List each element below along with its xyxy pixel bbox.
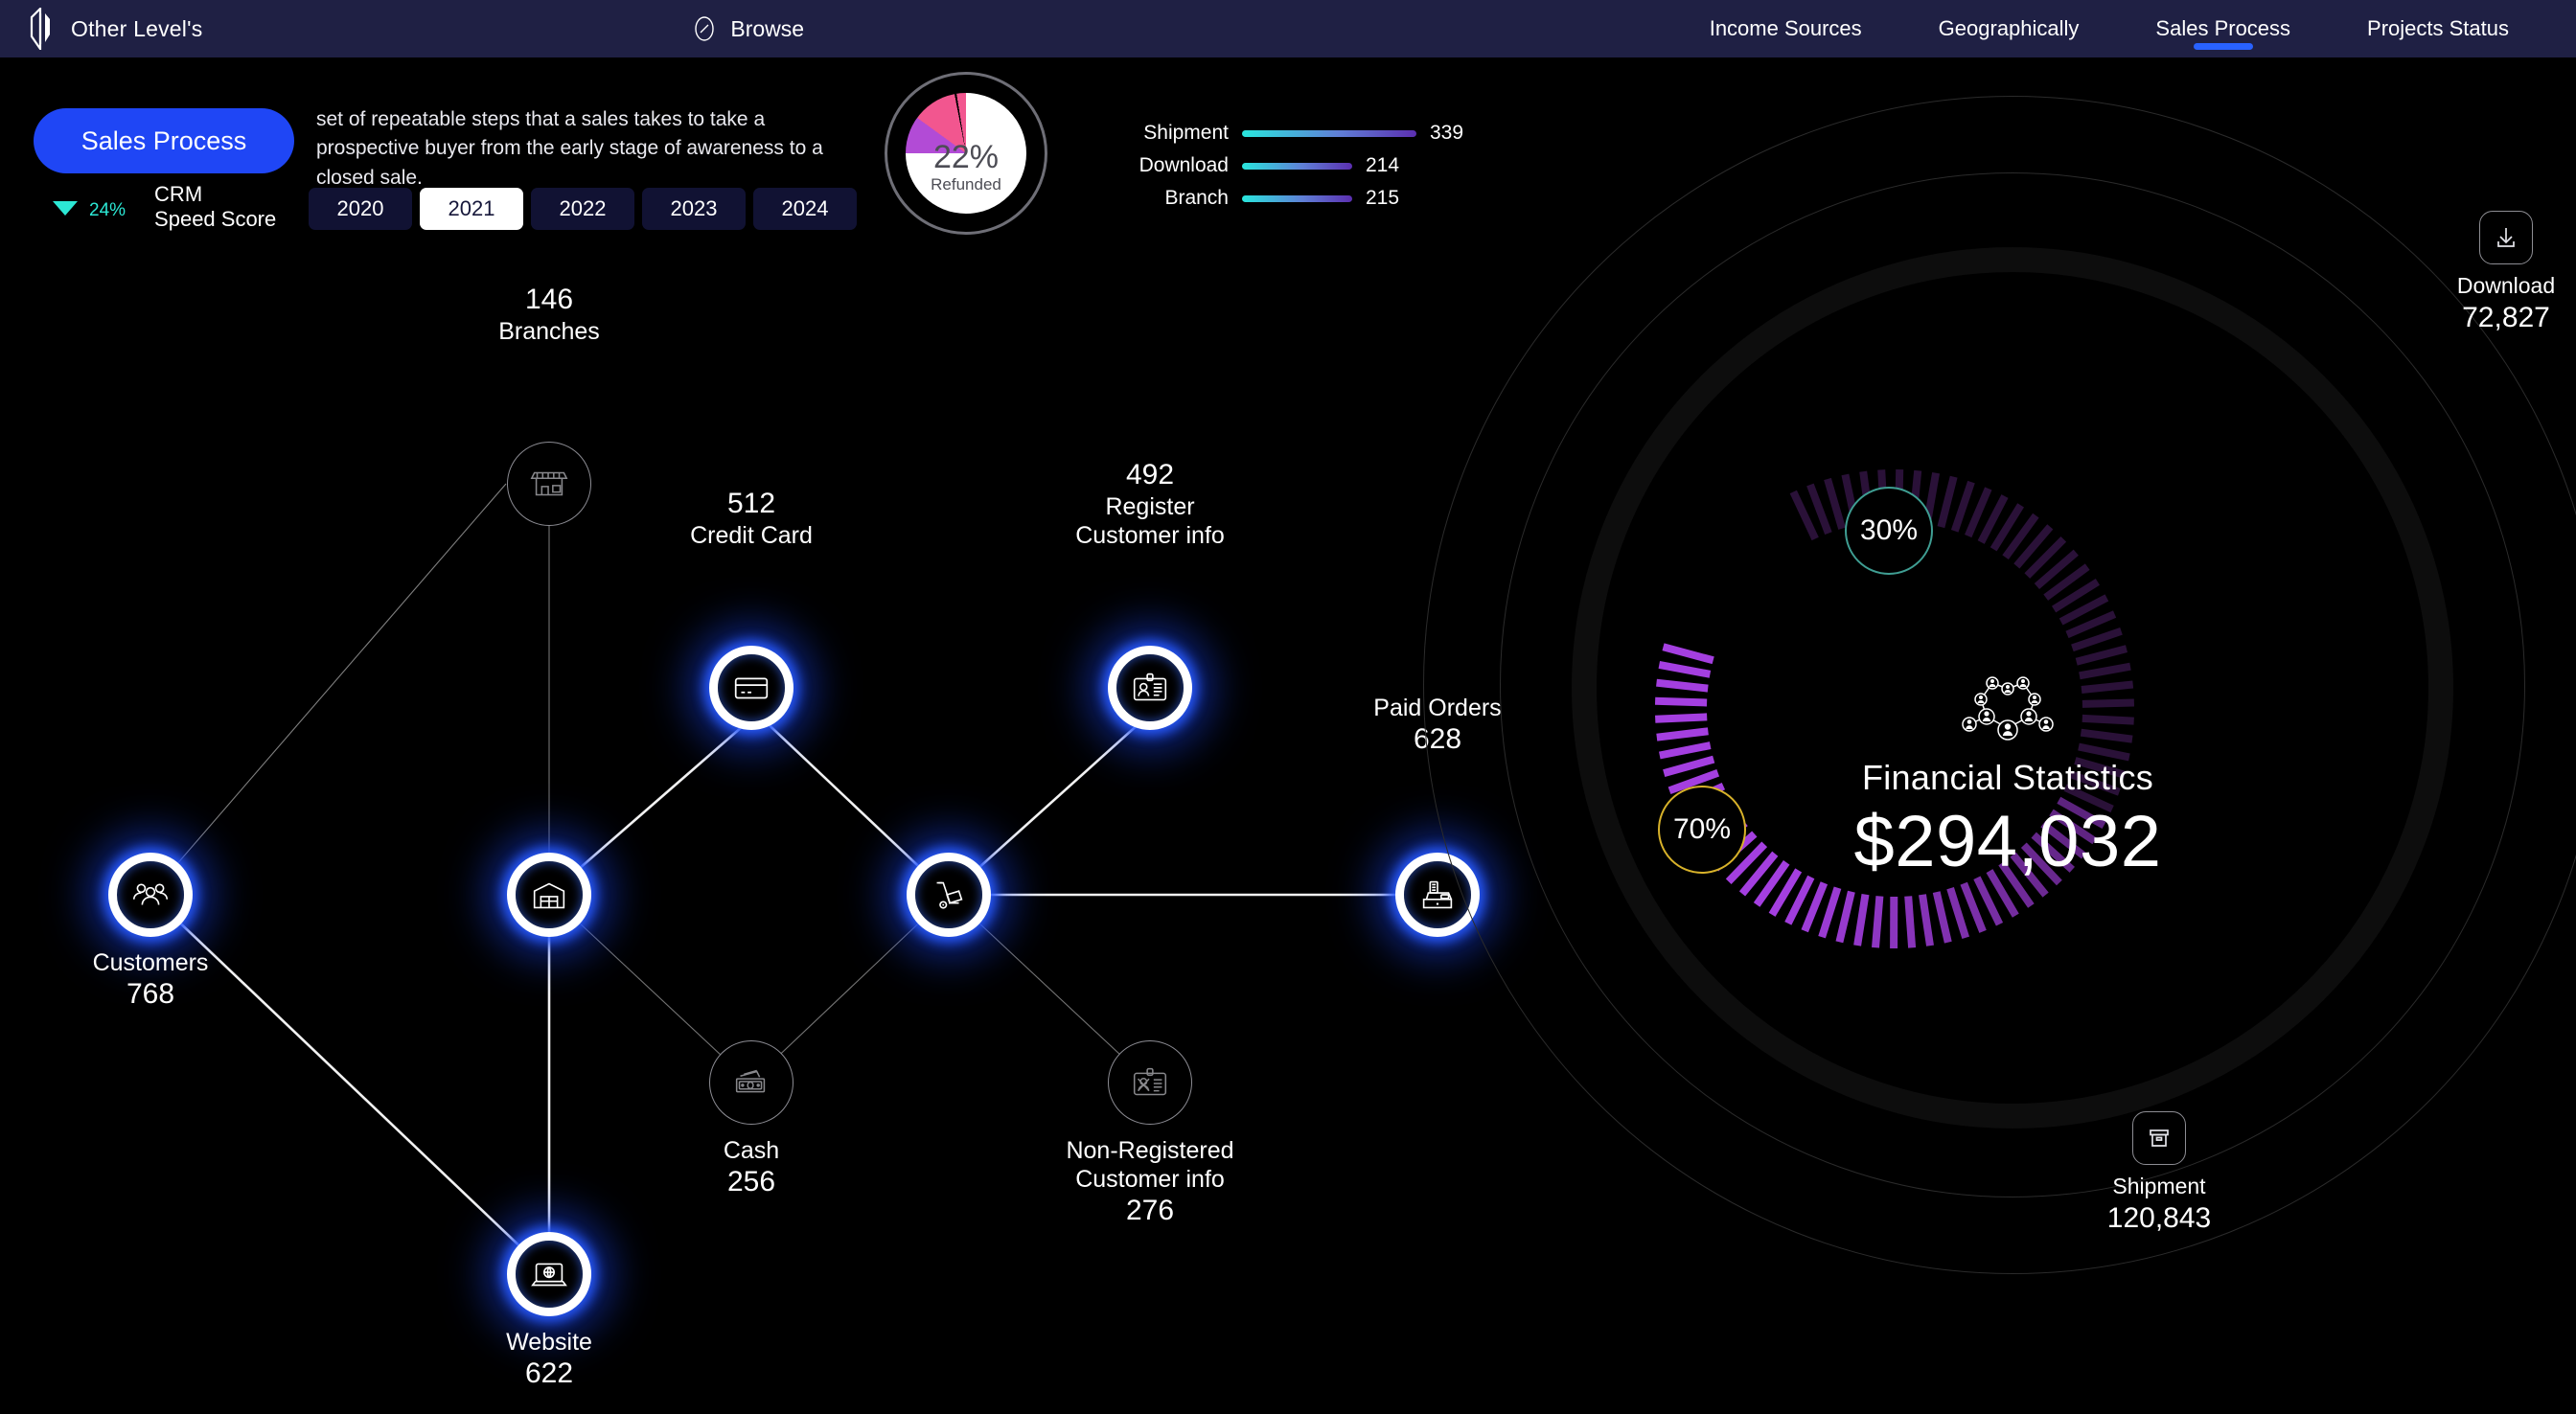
- website-caption: Website 622: [386, 1328, 712, 1391]
- stat-download[interactable]: Download 72,827: [2381, 211, 2576, 334]
- warehouse-icon: [527, 873, 571, 917]
- website-node-circle: [507, 1232, 591, 1316]
- customers-label: Customers: [0, 948, 313, 977]
- people-network-icon: [1954, 671, 2061, 747]
- register-caption: 492 Register Customer info: [987, 458, 1313, 550]
- brand-block: Other Level's: [29, 8, 202, 50]
- credit-card-icon: [729, 666, 773, 710]
- register-node-circle: [1108, 646, 1192, 730]
- register-label: Register Customer info: [987, 492, 1313, 550]
- shipment-box: [2132, 1111, 2186, 1165]
- dispatch-node-circle: [907, 853, 991, 937]
- warehouse-node-circle: [507, 853, 591, 937]
- nav-tabs: Income Sources Geographically Sales Proc…: [1671, 0, 2547, 57]
- brand-name: Other Level's: [71, 16, 202, 42]
- non-registered-label: Non-Registered Customer info: [987, 1136, 1313, 1194]
- credit-card-label: Credit Card: [588, 521, 914, 550]
- logo-mark-icon: [29, 8, 54, 50]
- non-registered-node-circle: [1108, 1040, 1192, 1125]
- hand-truck-icon: [927, 873, 971, 917]
- financial-statistics-block: Financial Statistics $294,032: [1672, 671, 2343, 883]
- credit-card-caption: 512 Credit Card: [588, 487, 914, 550]
- website-value: 622: [386, 1357, 712, 1391]
- tab-income-sources[interactable]: Income Sources: [1671, 0, 1900, 57]
- branches-value: 146: [386, 283, 712, 317]
- box-icon: [2144, 1123, 2174, 1153]
- download-icon: [2491, 222, 2521, 253]
- shipment-name: Shipment: [2035, 1174, 2284, 1199]
- website-label: Website: [386, 1328, 712, 1357]
- sales-process-network: 146 Branches 512 Credit Card 492: [0, 57, 1533, 1414]
- register-value: 492: [987, 458, 1313, 492]
- customers-caption: Customers 768: [0, 948, 313, 1012]
- download-name: Download: [2381, 273, 2576, 299]
- cash-caption: Cash 256: [588, 1136, 914, 1199]
- branches-label: Branches: [386, 317, 712, 346]
- cash-node-circle: [709, 1040, 794, 1125]
- non-registered-caption: Non-Registered Customer info 276: [987, 1136, 1313, 1228]
- browse-label: Browse: [730, 16, 804, 42]
- storefront-icon: [527, 462, 571, 506]
- customers-value: 768: [0, 977, 313, 1012]
- branches-node-circle: [507, 442, 591, 526]
- customers-node-circle: [108, 853, 193, 937]
- id-badge-icon: [1128, 666, 1172, 710]
- shipment-value: 120,843: [2035, 1202, 2284, 1235]
- cash-label: Cash: [588, 1136, 914, 1165]
- credit-card-node-circle: [709, 646, 794, 730]
- stat-shipment[interactable]: Shipment 120,843: [2035, 1111, 2284, 1235]
- cash-register-icon: [1415, 873, 1460, 917]
- tab-projects-status[interactable]: Projects Status: [2329, 0, 2547, 57]
- people-group-icon: [128, 873, 172, 917]
- laptop-globe-icon: [527, 1252, 571, 1296]
- top-navigation-bar: Other Level's Browse Income Sources Geog…: [0, 0, 2576, 57]
- badge-30-percent: 30%: [1845, 487, 1933, 575]
- tab-sales-process[interactable]: Sales Process: [2117, 0, 2329, 57]
- banknote-icon: [729, 1060, 773, 1105]
- download-value: 72,827: [2381, 302, 2576, 334]
- tab-geographically[interactable]: Geographically: [1900, 0, 2118, 57]
- non-registered-value: 276: [987, 1194, 1313, 1228]
- branches-caption: 146 Branches: [386, 283, 712, 346]
- financial-statistics-value: $294,032: [1672, 800, 2343, 883]
- download-box: [2479, 211, 2533, 264]
- id-badge-crossed-icon: [1128, 1060, 1172, 1105]
- credit-card-value: 512: [588, 487, 914, 521]
- compass-icon: [691, 15, 718, 42]
- browse-button[interactable]: Browse: [691, 15, 804, 42]
- financial-statistics-title: Financial Statistics: [1672, 758, 2343, 798]
- cash-value: 256: [588, 1165, 914, 1199]
